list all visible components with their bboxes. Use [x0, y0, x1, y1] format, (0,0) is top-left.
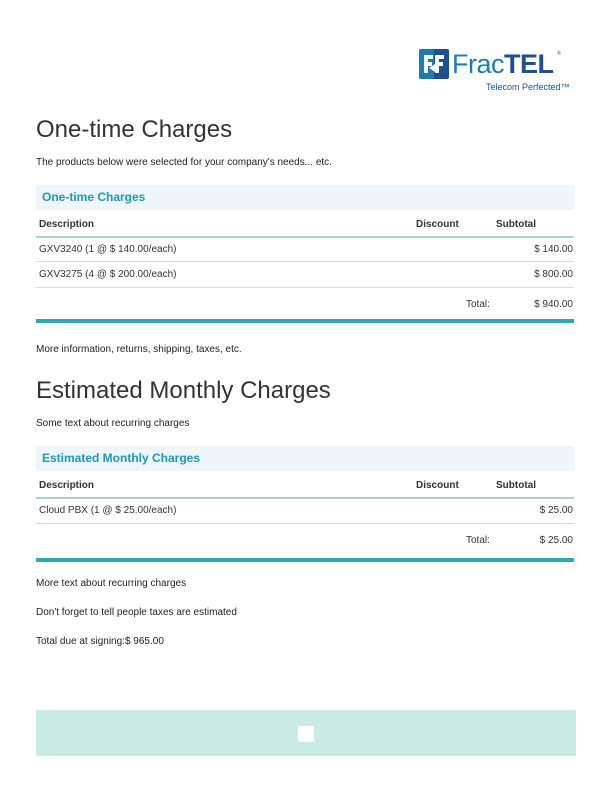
monthly-intro: Some text about recurring charges: [36, 418, 190, 429]
one-time-intro: The products below were selected for you…: [36, 157, 332, 168]
one-time-table-title: One-time Charges: [42, 190, 146, 204]
monthly-after-text-2: Don't forget to tell people taxes are es…: [36, 607, 237, 618]
column-header-subtotal: Subtotal: [496, 219, 536, 230]
monthly-table-header: Estimated Monthly Charges: [36, 446, 574, 471]
logo-wordmark: FracTEL: [452, 48, 554, 80]
footer-placeholder-square: [298, 726, 314, 742]
one-time-heading: One-time Charges: [36, 116, 233, 143]
column-header-discount: Discount: [416, 219, 459, 230]
total-value: $ 25.00: [539, 535, 573, 546]
column-header-discount: Discount: [416, 480, 459, 491]
logo-tel: TEL: [504, 49, 554, 79]
table-bottom-bar: [36, 319, 574, 323]
total-due-at-signing: Total due at signing:$ 965.00: [36, 636, 164, 647]
monthly-table-title: Estimated Monthly Charges: [42, 451, 201, 465]
header-divider: [36, 497, 574, 499]
footer-band: [36, 710, 576, 756]
logo-trademark: ®: [557, 51, 561, 57]
one-time-table-header: One-time Charges: [36, 185, 574, 210]
row-divider: [36, 523, 574, 524]
column-header-subtotal: Subtotal: [496, 480, 536, 491]
monthly-heading: Estimated Monthly Charges: [36, 377, 331, 404]
row-divider: [36, 287, 574, 288]
monthly-after-text-1: More text about recurring charges: [36, 578, 187, 589]
one-time-after-text: More information, returns, shipping, tax…: [36, 344, 242, 355]
total-label: Total:: [466, 535, 490, 546]
row-divider: [36, 261, 574, 262]
header-divider: [36, 236, 574, 238]
table-bottom-bar: [36, 558, 574, 562]
total-label: Total:: [466, 299, 490, 310]
table-row-description: Cloud PBX (1 @ $ 25.00/each): [39, 505, 177, 516]
column-header-description: Description: [39, 219, 95, 230]
table-row-subtotal: $ 800.00: [534, 269, 573, 280]
table-row-description: GXV3240 (1 @ $ 140.00/each): [39, 244, 177, 255]
total-value: $ 940.00: [534, 299, 573, 310]
column-header-description: Description: [39, 480, 95, 491]
table-row-subtotal: $ 140.00: [534, 244, 573, 255]
monthly-table: Estimated Monthly Charges Description Di…: [36, 446, 574, 566]
fractel-logo-icon: [419, 49, 449, 79]
logo-frac: Frac: [452, 49, 505, 79]
logo-tagline: Telecom Perfected™: [486, 82, 570, 92]
table-row-description: GXV3275 (4 @ $ 200.00/each): [39, 269, 177, 280]
fractel-logo: FracTEL ® Telecom Perfected™: [419, 47, 579, 97]
one-time-table: One-time Charges Description Discount Su…: [36, 185, 574, 325]
table-row-subtotal: $ 25.00: [539, 505, 573, 516]
